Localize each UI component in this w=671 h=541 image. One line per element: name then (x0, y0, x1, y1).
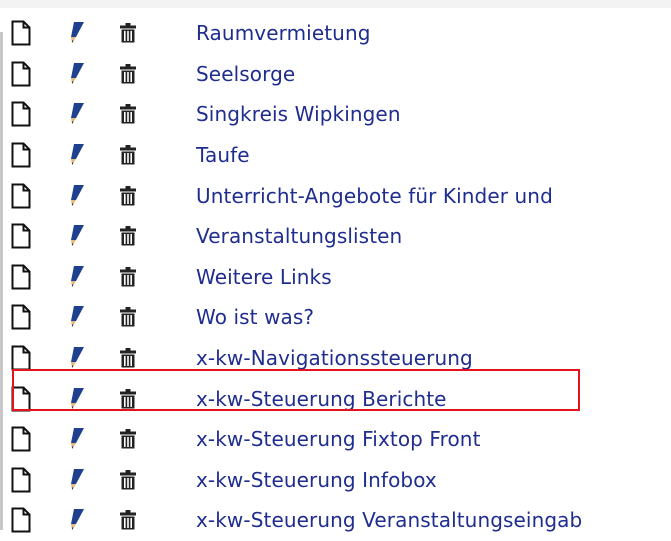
trash-icon[interactable] (118, 102, 138, 126)
pencil-icon[interactable] (64, 19, 88, 47)
trash-icon[interactable] (118, 21, 138, 45)
document-icon[interactable] (10, 141, 32, 169)
page-list: Raumvermietung Seelsorge Singkreis Wipki… (0, 13, 671, 541)
list-row: Seelsorge (0, 54, 671, 95)
trash-icon[interactable] (118, 143, 138, 167)
list-row: Raumvermietung (0, 13, 671, 54)
document-icon[interactable] (10, 60, 32, 88)
document-icon[interactable] (10, 100, 32, 128)
page-link[interactable]: Singkreis Wipkingen (196, 102, 401, 126)
pencil-icon[interactable] (64, 100, 88, 128)
trash-icon[interactable] (118, 224, 138, 248)
trash-icon[interactable] (118, 508, 138, 532)
list-row: Weitere Links (0, 257, 671, 298)
document-icon[interactable] (10, 344, 32, 372)
document-icon[interactable] (10, 263, 32, 291)
document-icon[interactable] (10, 506, 32, 534)
document-icon[interactable] (10, 222, 32, 250)
pencil-icon[interactable] (64, 182, 88, 210)
trash-icon[interactable] (118, 305, 138, 329)
page-link[interactable]: Weitere Links (196, 265, 332, 289)
page-link[interactable]: Veranstaltungslisten (196, 224, 402, 248)
trash-icon[interactable] (118, 184, 138, 208)
list-row: Wo ist was? (0, 297, 671, 338)
list-row: x-kw-Navigationssteuerung (0, 338, 671, 379)
document-icon[interactable] (10, 425, 32, 453)
page-link[interactable]: Raumvermietung (196, 21, 371, 45)
document-icon[interactable] (10, 466, 32, 494)
pencil-icon[interactable] (64, 141, 88, 169)
document-icon[interactable] (10, 303, 32, 331)
top-bar (0, 0, 671, 8)
page-link[interactable]: Unterricht-Angebote für Kinder und (196, 184, 553, 208)
pencil-icon[interactable] (64, 303, 88, 331)
trash-icon[interactable] (118, 62, 138, 86)
page-link[interactable]: x-kw-Steuerung Fixtop Front (196, 427, 481, 451)
trash-icon[interactable] (118, 265, 138, 289)
pencil-icon[interactable] (64, 344, 88, 372)
list-row: Veranstaltungslisten (0, 216, 671, 257)
trash-icon[interactable] (118, 346, 138, 370)
document-icon[interactable] (10, 182, 32, 210)
page-link[interactable]: x-kw-Steuerung Veranstaltungseingab (196, 508, 582, 532)
trash-icon[interactable] (118, 468, 138, 492)
page-link[interactable]: x-kw-Steuerung Infobox (196, 468, 437, 492)
pencil-icon[interactable] (64, 263, 88, 291)
page-link[interactable]: x-kw-Steuerung Berichte (196, 387, 447, 411)
pencil-icon[interactable] (64, 222, 88, 250)
list-row: Singkreis Wipkingen (0, 94, 671, 135)
trash-icon[interactable] (118, 387, 138, 411)
pencil-icon[interactable] (64, 385, 88, 413)
pencil-icon[interactable] (64, 60, 88, 88)
pencil-icon[interactable] (64, 466, 88, 494)
list-row: x-kw-Steuerung Veranstaltungseingab (0, 500, 671, 541)
list-row: Unterricht-Angebote für Kinder und (0, 175, 671, 216)
list-row: x-kw-Steuerung Fixtop Front (0, 419, 671, 460)
trash-icon[interactable] (118, 427, 138, 451)
page-link[interactable]: Taufe (196, 143, 250, 167)
list-row: Taufe (0, 135, 671, 176)
document-icon[interactable] (10, 385, 32, 413)
list-row-highlighted: x-kw-Steuerung Berichte (0, 378, 671, 419)
list-row: x-kw-Steuerung Infobox (0, 460, 671, 501)
page-link[interactable]: Wo ist was? (196, 305, 314, 329)
page-link[interactable]: x-kw-Navigationssteuerung (196, 346, 473, 370)
page-link[interactable]: Seelsorge (196, 62, 295, 86)
document-icon[interactable] (10, 19, 32, 47)
pencil-icon[interactable] (64, 425, 88, 453)
pencil-icon[interactable] (64, 506, 88, 534)
